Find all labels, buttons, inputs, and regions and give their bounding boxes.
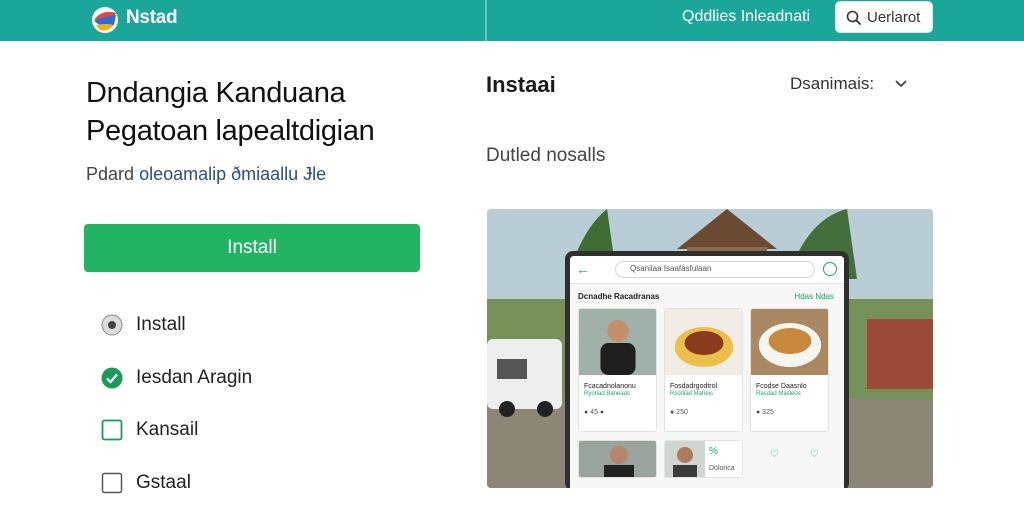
headline-line-2: Pegatoan lapealtdigian [86, 115, 375, 147]
section-subtitle: Dutled nosalls [486, 145, 606, 166]
header-link[interactable]: Qddlies Inleadnati [682, 8, 810, 26]
radio-filled-icon[interactable] [101, 314, 123, 336]
phone-mockup: ← Qsanilaa Isaafasfulaan Dcnadhe Racadra… [565, 251, 849, 488]
app-preview-image: ← Qsanilaa Isaafasfulaan Dcnadhe Racadra… [487, 209, 933, 488]
search-icon [846, 10, 862, 26]
phone-card-small [578, 440, 657, 478]
card-photo [665, 441, 705, 477]
card-subtitle: Rasdad Masleos [756, 391, 801, 397]
brand-name[interactable]: Nstad [126, 7, 178, 29]
phone-screen: ← Qsanilaa Isaafasfulaan Dcnadhe Racadra… [570, 256, 844, 488]
page-headline: Dndangia Kanduana Pegatoan lapealtdigian [86, 74, 375, 150]
phone-search-field: Qsanilaa Isaafasfulaan [615, 261, 815, 278]
dropdown-label: Dsanimais: [790, 74, 875, 93]
top-bar: Nstad Qddlies Inleadnati Uerlarot [0, 0, 1024, 41]
share-icon: % [709, 446, 718, 457]
option-kansail[interactable]: Kansail [101, 416, 198, 444]
page-subline: Pdard oleoamalip ðmiaallu Ɉle [86, 164, 326, 185]
card-subtitle: Ryorlad Baneads [584, 391, 631, 397]
card-photo [665, 309, 742, 375]
card-meta: ● 250 [670, 409, 688, 416]
check-circle-icon[interactable] [101, 367, 123, 389]
card-meta: ● 325 [756, 409, 774, 416]
phone-see-all: Hdas Ndas [794, 292, 834, 301]
header-divider [485, 0, 487, 41]
checkbox-icon[interactable] [101, 472, 123, 494]
clock-icon [823, 262, 837, 276]
card-title: Fcodse Daasnlo [756, 383, 807, 390]
logo-icon[interactable] [88, 3, 122, 33]
headline-line-1: Dndangia Kanduana [86, 77, 346, 109]
card-title: Fcacadnolanonu [584, 383, 636, 390]
phone-card: Fcacadnolanonu Ryorlad Baneads ● 45 ● [578, 308, 657, 432]
install-button[interactable]: Install [84, 224, 420, 272]
checkbox-icon[interactable] [101, 419, 123, 441]
bookmark-icon: ♡ [810, 449, 819, 460]
option-label: Kansail [136, 419, 199, 440]
phone-card-small: % Dolonca [664, 440, 743, 478]
phone-card: Fcodse Daasnlo Rasdad Masleos ● 325 [750, 308, 829, 432]
option-label: Install [136, 314, 186, 335]
card-photo [751, 309, 828, 375]
card-meta: ● 45 ● [584, 409, 605, 416]
back-arrow-icon: ← [576, 261, 590, 277]
card-photo [579, 309, 656, 375]
option-gstaal[interactable]: Gstaal [101, 469, 191, 497]
card-photo [579, 441, 656, 477]
heart-icon: ♡ [770, 449, 779, 460]
card-subtitle: Rsodiad Maheis [670, 391, 714, 397]
section-title: Instaai [486, 72, 556, 97]
option-label: Gstaal [136, 472, 191, 493]
chevron-down-icon [895, 80, 907, 88]
phone-section-label: Dcnadhe Racadranas [578, 292, 660, 301]
option-iesdan-aragin[interactable]: Iesdan Aragin [101, 364, 252, 392]
phone-top-bar: ← Qsanilaa Isaafasfulaan [570, 256, 844, 284]
option-install[interactable]: Install [101, 311, 186, 339]
card-title: Fosdadrgodtrol [670, 383, 718, 390]
search-button[interactable]: Uerlarot [835, 1, 933, 33]
option-label: Iesdan Aragin [136, 367, 253, 388]
subline-link[interactable]: oleoamalip ðmiaallu Ɉle [139, 164, 326, 184]
card-bottom-label: Dolonca [709, 465, 735, 472]
phone-card: Fosdadrgodtrol Rsodiad Maheis ● 250 [664, 308, 743, 432]
search-label: Uerlarot [867, 9, 921, 26]
sort-dropdown[interactable]: Dsanimais: [790, 74, 908, 94]
subline-lead: Pdard [86, 164, 135, 184]
